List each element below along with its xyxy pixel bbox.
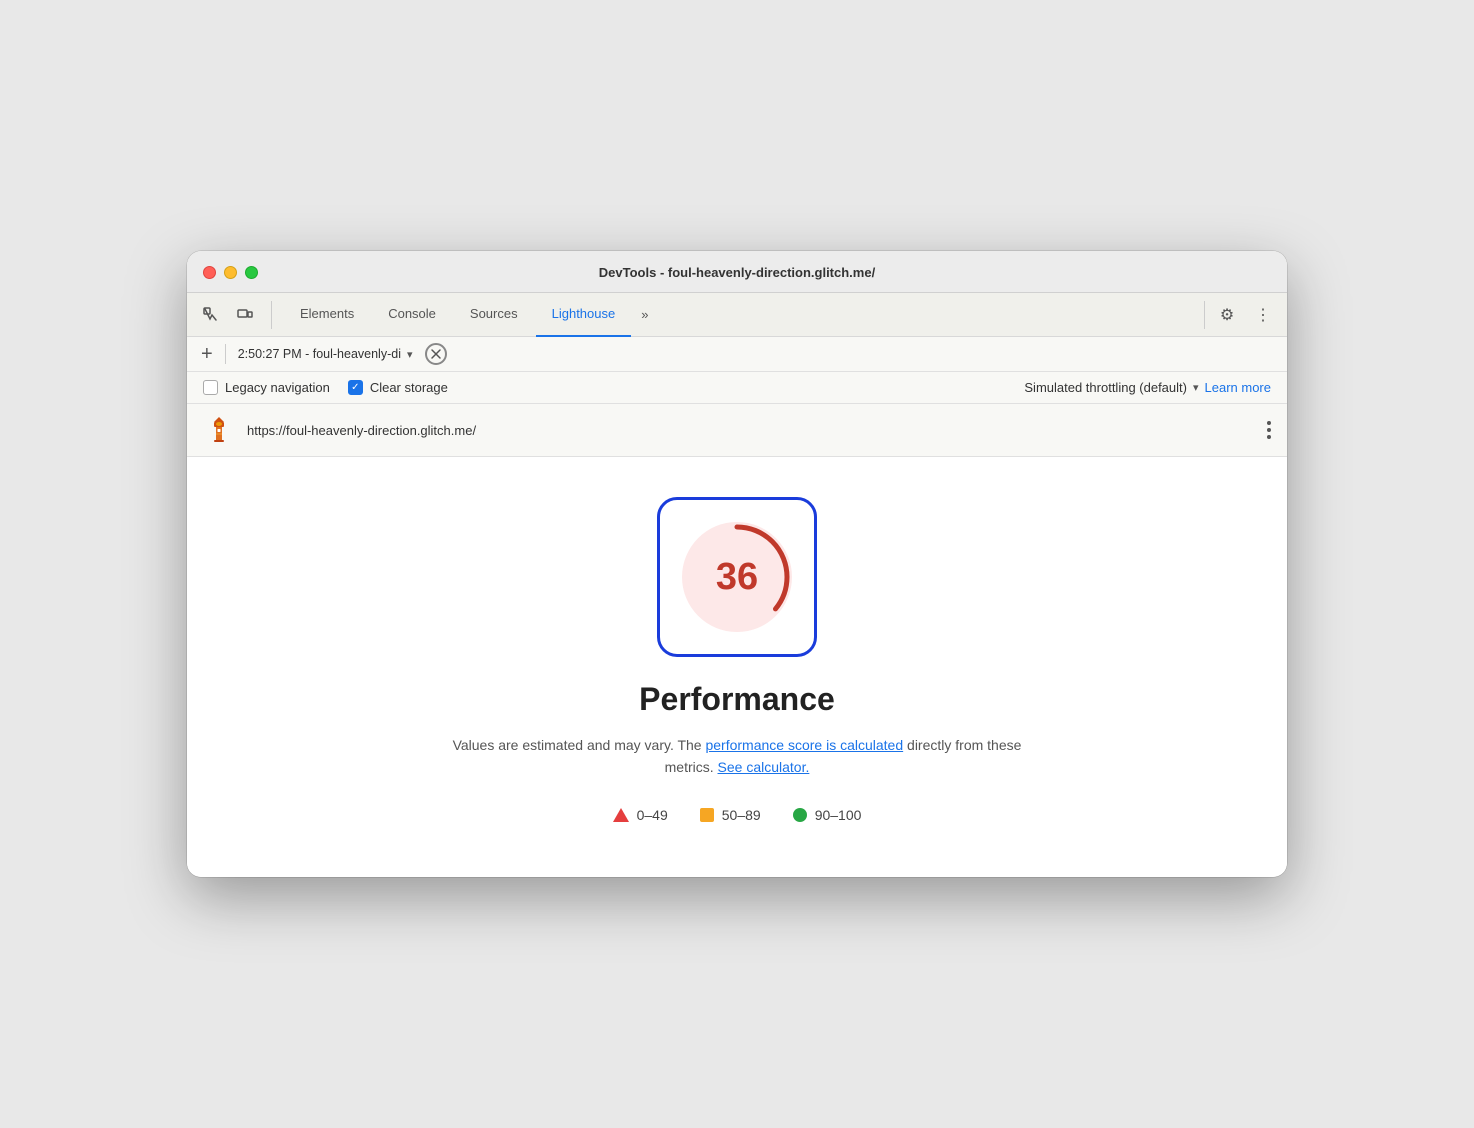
devtools-window: DevTools - foul-heavenly-direction.glitc… (187, 251, 1287, 877)
legend-good-range: 90–100 (815, 807, 862, 823)
add-session-button[interactable]: + (201, 344, 213, 364)
tabs-container: Elements Console Sources Lighthouse » (284, 293, 1204, 337)
tab-lighthouse[interactable]: Lighthouse (536, 293, 632, 337)
maximize-button[interactable] (245, 266, 258, 279)
learn-more-link[interactable]: Learn more (1205, 380, 1271, 395)
tab-bar-right: ⚙ ⋮ (1204, 301, 1277, 329)
window-title: DevTools - foul-heavenly-direction.glitc… (599, 265, 875, 280)
performance-description: Values are estimated and may vary. The p… (437, 734, 1037, 779)
legend-medium: 50–89 (700, 807, 761, 823)
settings-icon[interactable]: ⚙ (1213, 301, 1241, 329)
description-prefix: Values are estimated and may vary. The (453, 737, 706, 753)
throttling-selector[interactable]: Simulated throttling (default) ▾ Learn m… (1024, 380, 1271, 395)
gauge-inner: 36 (677, 517, 797, 637)
main-content: 36 Performance Values are estimated and … (187, 457, 1287, 877)
clear-storage-checkbox[interactable]: ✓ (348, 380, 363, 395)
legacy-navigation-label[interactable]: Legacy navigation (203, 380, 330, 395)
devtools-icon-group (197, 301, 272, 329)
tab-elements[interactable]: Elements (284, 293, 370, 337)
tab-console[interactable]: Console (372, 293, 452, 337)
legend-medium-range: 50–89 (722, 807, 761, 823)
device-toolbar-icon[interactable] (231, 301, 259, 329)
traffic-lights (203, 266, 258, 279)
legend-bad-range: 0–49 (637, 807, 668, 823)
legend-good-icon (793, 808, 807, 822)
throttling-dropdown-arrow: ▾ (1193, 381, 1199, 394)
toolbar-separator (225, 344, 226, 364)
clear-storage-label[interactable]: ✓ Clear storage (348, 380, 448, 395)
tab-sources[interactable]: Sources (454, 293, 534, 337)
perf-score-link[interactable]: performance score is calculated (705, 737, 903, 753)
url-more-actions-button[interactable] (1267, 421, 1271, 439)
legend-medium-icon (700, 808, 714, 822)
session-dropdown-arrow: ▾ (407, 348, 413, 361)
legend-good: 90–100 (793, 807, 862, 823)
lighthouse-icon (203, 414, 235, 446)
calculator-link[interactable]: See calculator. (718, 759, 810, 775)
options-row: Legacy navigation ✓ Clear storage Simula… (187, 372, 1287, 404)
performance-title: Performance (639, 681, 835, 718)
more-tabs-button[interactable]: » (633, 307, 656, 322)
more-options-icon[interactable]: ⋮ (1249, 301, 1277, 329)
minimize-button[interactable] (224, 266, 237, 279)
close-button[interactable] (203, 266, 216, 279)
toolbar-row: + 2:50:27 PM - foul-heavenly-di ▾ (187, 337, 1287, 372)
url-row: https://foul-heavenly-direction.glitch.m… (187, 404, 1287, 457)
score-number: 36 (716, 556, 758, 599)
inspect-icon[interactable] (197, 301, 225, 329)
tab-bar: Elements Console Sources Lighthouse » ⚙ … (187, 293, 1287, 337)
score-legend: 0–49 50–89 90–100 (613, 807, 862, 823)
performance-score-gauge: 36 (657, 497, 817, 657)
cancel-session-icon[interactable] (425, 343, 447, 365)
legend-bad: 0–49 (613, 807, 668, 823)
session-selector[interactable]: 2:50:27 PM - foul-heavenly-di ▾ (238, 347, 413, 361)
url-display: https://foul-heavenly-direction.glitch.m… (247, 423, 1255, 438)
legend-bad-icon (613, 808, 629, 822)
title-bar: DevTools - foul-heavenly-direction.glitc… (187, 251, 1287, 293)
legacy-navigation-checkbox[interactable] (203, 380, 218, 395)
